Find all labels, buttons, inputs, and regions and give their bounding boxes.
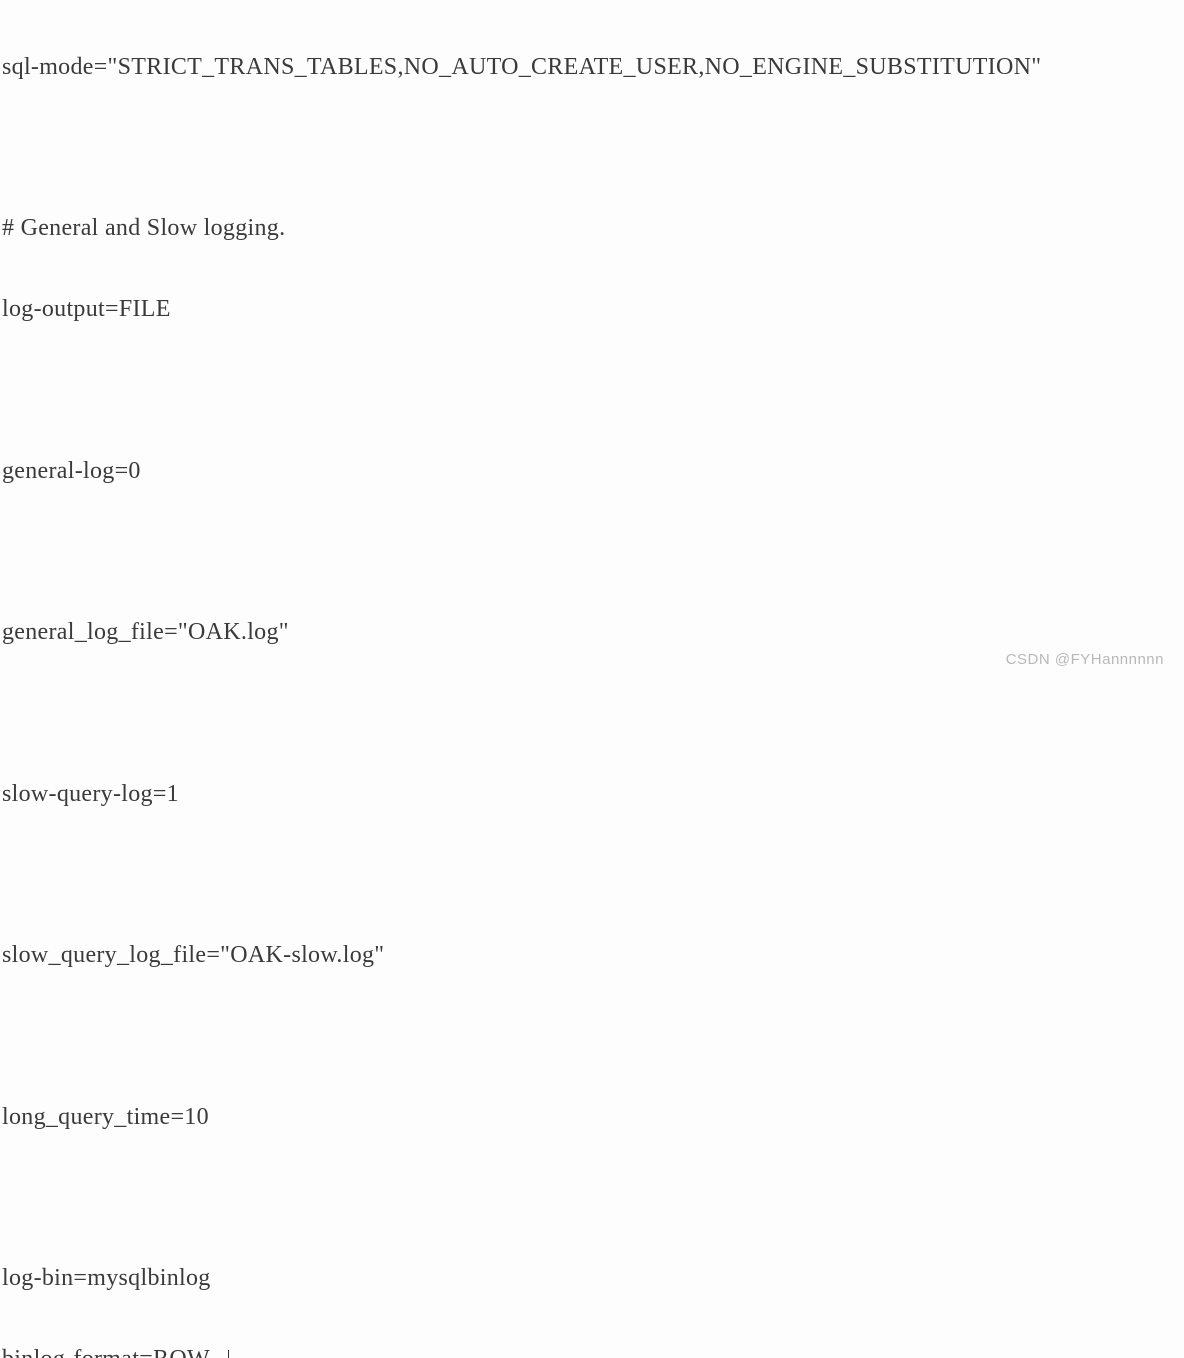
config-line: slow_query_log_file="OAK-slow.log" xyxy=(2,942,1182,969)
text-cursor xyxy=(228,1350,229,1358)
config-line: log-output=FILE xyxy=(2,296,1182,323)
config-editor[interactable]: sql-mode="STRICT_TRANS_TABLES,NO_AUTO_CR… xyxy=(0,0,1184,1358)
config-line: sql-mode="STRICT_TRANS_TABLES,NO_AUTO_CR… xyxy=(2,54,1182,81)
config-line: slow-query-log=1 xyxy=(2,781,1182,808)
config-line xyxy=(2,861,1182,888)
config-line xyxy=(2,1023,1182,1050)
config-line xyxy=(2,1184,1182,1211)
config-line xyxy=(2,377,1182,404)
config-line: general_log_file="OAK.log" xyxy=(2,619,1182,646)
config-line: general-log=0 xyxy=(2,458,1182,485)
config-line: log-bin=mysqlbinlog xyxy=(2,1265,1182,1292)
config-line xyxy=(2,700,1182,727)
config-line-text: binlog-format=ROW xyxy=(2,1346,210,1358)
config-cursor-line: binlog-format=ROW xyxy=(2,1346,1182,1358)
config-line: long_query_time=10 xyxy=(2,1104,1182,1131)
config-line xyxy=(2,538,1182,565)
config-line: # General and Slow logging. xyxy=(2,215,1182,242)
watermark-text: CSDN @FYHannnnnn xyxy=(1006,652,1164,669)
config-line xyxy=(2,135,1182,162)
